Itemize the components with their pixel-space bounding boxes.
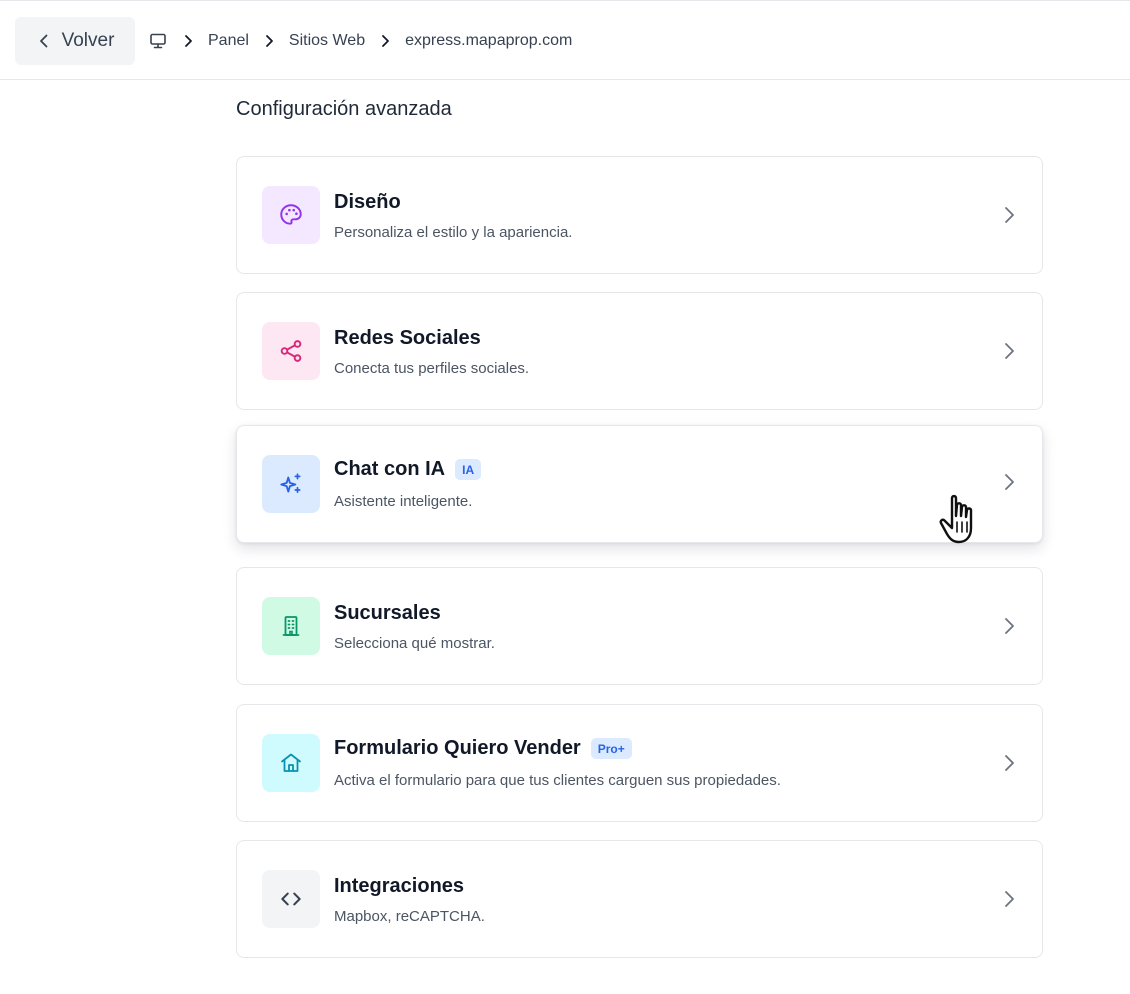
breadcrumb-current-site: express.mapaprop.com: [405, 32, 573, 49]
ia-badge: IA: [455, 459, 482, 480]
back-button-label: Volver: [61, 30, 115, 51]
top-bar: Volver Panel Sitios Web express.mapaprop…: [0, 0, 1130, 80]
card-title: Chat con IA: [334, 458, 446, 480]
card-description: Personaliza el estilo y la apariencia.: [334, 224, 573, 241]
card-sucursales[interactable]: Sucursales Selecciona qué mostrar.: [236, 567, 1043, 685]
card-description: Asistente inteligente.: [334, 493, 473, 510]
card-diseno[interactable]: Diseño Personaliza el estilo y la aparie…: [236, 156, 1043, 274]
hand-cursor-icon: [939, 494, 973, 544]
breadcrumb-sitios-web[interactable]: Sitios Web: [289, 32, 365, 50]
card-title: Diseño: [334, 191, 401, 213]
card-title: Integraciones: [334, 875, 465, 897]
breadcrumb-panel[interactable]: Panel: [208, 32, 249, 50]
chevron-right-icon: [1005, 343, 1014, 359]
chevron-right-icon: [1005, 891, 1014, 907]
chevron-right-icon: [1005, 474, 1014, 490]
card-description: Mapbox, reCAPTCHA.: [334, 908, 485, 925]
chevron-right-icon: [379, 34, 391, 48]
card-title: Formulario Quiero Vender: [334, 737, 581, 759]
card-integraciones[interactable]: Integraciones Mapbox, reCAPTCHA.: [236, 840, 1043, 958]
back-button[interactable]: Volver: [15, 17, 135, 65]
monitor-icon[interactable]: [148, 31, 168, 51]
card-chat-con-ia[interactable]: Chat con IA IA Asistente inteligente.: [236, 425, 1043, 543]
palette-icon: [262, 186, 320, 244]
sparkles-icon: [262, 455, 320, 513]
card-description: Activa el formulario para que tus client…: [334, 772, 781, 789]
chevron-left-icon: [39, 34, 47, 48]
home-icon: [262, 734, 320, 792]
chevron-right-icon: [263, 34, 275, 48]
card-description: Conecta tus perfiles sociales.: [334, 360, 530, 377]
card-title: Sucursales: [334, 602, 441, 624]
chevron-right-icon: [1005, 755, 1014, 771]
breadcrumb: Panel Sitios Web express.mapaprop.com: [148, 29, 572, 53]
page-title: Configuración avanzada: [236, 98, 452, 120]
share-icon: [262, 322, 320, 380]
card-description: Selecciona qué mostrar.: [334, 635, 495, 652]
chevron-right-icon: [182, 34, 194, 48]
card-title: Redes Sociales: [334, 327, 481, 349]
chevron-right-icon: [1005, 207, 1014, 223]
card-formulario-quiero-vender[interactable]: Formulario Quiero Vender Pro+ Activa el …: [236, 704, 1043, 822]
code-icon: [262, 870, 320, 928]
pro-badge: Pro+: [590, 738, 632, 759]
chevron-right-icon: [1005, 618, 1014, 634]
card-redes-sociales[interactable]: Redes Sociales Conecta tus perfiles soci…: [236, 292, 1043, 410]
building-icon: [262, 597, 320, 655]
